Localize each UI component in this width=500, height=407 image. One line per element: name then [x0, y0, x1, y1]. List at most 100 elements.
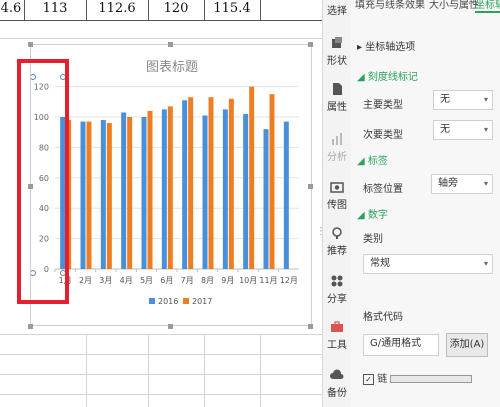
legend-label-2017: 2017: [192, 297, 212, 306]
format-code-label: 格式代码: [363, 312, 403, 323]
bar-2017: [86, 121, 92, 269]
minor-type-dropdown[interactable]: 无 ▾: [433, 120, 493, 140]
rail-label: 分享: [327, 294, 347, 305]
rail-item-share[interactable]: 分享: [323, 274, 351, 305]
label-position-dropdown[interactable]: 轴旁 ▾: [431, 174, 493, 194]
rail-item-properties[interactable]: 属性: [323, 82, 351, 113]
bar-2016: [80, 121, 86, 269]
dropdown-caret-icon: ▾: [483, 259, 488, 268]
rail-item-shape[interactable]: 形状: [323, 36, 351, 67]
analysis-icon: [332, 133, 342, 145]
legend-swatch-2017: [183, 298, 189, 304]
rail-label: 推荐: [327, 246, 347, 257]
tab-axis[interactable]: 坐标轴: [475, 0, 500, 13]
major-type-label: 主要类型: [363, 100, 403, 111]
bar-2017: [228, 98, 234, 269]
rail-label: 选择: [327, 6, 347, 17]
shape-icon: [332, 37, 342, 48]
tab-fill-line[interactable]: 填充与线条: [355, 0, 405, 11]
category-dropdown[interactable]: 常规 ▾: [363, 254, 493, 274]
rail-label: 属性: [327, 102, 347, 113]
rail-label: 分析: [327, 152, 347, 163]
bar-2017: [269, 94, 275, 269]
labels-section[interactable]: ◢ 标签: [357, 152, 388, 167]
x-tick-label: 3月: [99, 276, 112, 285]
resize-handle[interactable]: [168, 324, 173, 329]
rail-label: 备份: [327, 388, 347, 399]
format-code-input[interactable]: G/通用格式: [363, 334, 439, 356]
cell-value[interactable]: 112.6: [88, 0, 146, 18]
properties-panel: 填充与线条 效果 大小与属性 坐标轴 ▸ 坐标轴选项 ◢ 刻度线标记 主要类型 …: [351, 0, 500, 407]
tab-effects[interactable]: 效果: [405, 0, 425, 11]
cell-value[interactable]: 113: [26, 0, 84, 18]
rail-label: 形状: [327, 56, 347, 67]
x-tick-label: 8月: [201, 276, 214, 285]
resize-handle[interactable]: [308, 42, 313, 47]
minor-type-label: 次要类型: [363, 130, 403, 141]
x-tick-label: 6月: [160, 276, 173, 285]
legend-swatch-2016: [149, 298, 155, 304]
x-tick-label: 12月: [280, 276, 298, 285]
bar-2016: [222, 109, 228, 270]
rail-item-recommend[interactable]: 推荐: [323, 226, 351, 257]
upload-image-icon: [330, 182, 344, 193]
dropdown-caret-icon: ▾: [483, 125, 488, 134]
rail-item-tools[interactable]: 工具: [323, 320, 351, 351]
backup-icon: [330, 369, 344, 379]
label-position-label: 标签位置: [363, 184, 403, 195]
chevron-right-icon: ▸: [357, 42, 363, 53]
chart-svg[interactable]: 图表标题0204060801001201月 2月 3月 4月 5月 6月 7月 8月 9月 10月…: [30, 45, 311, 325]
resize-handle[interactable]: [28, 42, 33, 47]
bar-2016: [182, 100, 188, 269]
resize-handle[interactable]: [308, 184, 313, 189]
x-tick-label: 2月: [79, 276, 92, 285]
x-tick-label: 9月: [221, 276, 234, 285]
bar-2016: [263, 129, 269, 269]
bar-2017: [208, 97, 214, 269]
category-label: 类别: [363, 234, 383, 245]
bar-2016: [202, 115, 208, 269]
axis-options-header[interactable]: ▸ 坐标轴选项: [357, 38, 415, 53]
x-tick-label: 7月: [181, 276, 194, 285]
linked-source-bar: [390, 375, 473, 383]
major-type-dropdown[interactable]: 无 ▾: [433, 90, 493, 110]
spreadsheet-area[interactable]: 4.6 113 112.6 120 115.4 图表标题 0 20 40 60 80 100…: [0, 0, 322, 407]
number-section[interactable]: ◢ 数字: [357, 206, 388, 221]
bar-2016: [121, 112, 127, 269]
chart-title: 图表标题: [146, 60, 198, 75]
tick-marks-section[interactable]: ◢ 刻度线标记: [357, 68, 418, 83]
bar-2016: [141, 117, 147, 269]
x-tick-label: 4月: [120, 276, 133, 285]
panel-tabs: 填充与线条 效果 大小与属性 坐标轴: [351, 0, 500, 13]
dropdown-caret-icon: ▾: [483, 95, 488, 104]
recommend-icon: [332, 227, 342, 239]
rail-item-upload[interactable]: 传图: [323, 180, 351, 211]
bar-2017: [167, 106, 173, 269]
highlight-box: [17, 59, 69, 304]
cell-value[interactable]: 4.6: [0, 0, 22, 18]
legend-label-2016: 2016: [158, 297, 178, 306]
x-tick-label: 10月: [239, 276, 257, 285]
rail-label: 传图: [327, 200, 347, 211]
x-tick-label: 11月: [259, 276, 277, 285]
checkbox-checked-icon[interactable]: ✓: [363, 373, 374, 385]
resize-handle[interactable]: [308, 324, 313, 329]
add-button[interactable]: 添加(A): [446, 333, 488, 357]
bar-2016: [243, 113, 249, 270]
resize-handle[interactable]: [168, 42, 173, 47]
toolbox-icon: [331, 321, 343, 332]
properties-icon: [333, 83, 342, 95]
x-tick-label: 5月: [140, 276, 153, 285]
rail-item-backup[interactable]: 备份: [323, 368, 351, 399]
rail-item-analysis[interactable]: 分析: [323, 132, 351, 163]
side-rail: 选择 形状 属性 分析 传图 推荐 分享 工具 备份: [322, 0, 352, 407]
linked-source-row[interactable]: ✓ 链: [363, 370, 473, 385]
cell-value[interactable]: 115.4: [206, 0, 258, 18]
rail-label: 工具: [327, 340, 347, 351]
cell-value[interactable]: 120: [150, 0, 202, 18]
rail-item-select[interactable]: 选择: [323, 2, 351, 17]
bar-2017: [188, 97, 194, 269]
resize-handle[interactable]: [28, 324, 33, 329]
chart-container[interactable]: 图表标题 0 20 40 60 80 100 120 1月 2月 3月 4月 5月 6月 7月 8月 9月 10月…: [30, 44, 312, 326]
tab-size-properties[interactable]: 大小与属性: [429, 0, 479, 11]
